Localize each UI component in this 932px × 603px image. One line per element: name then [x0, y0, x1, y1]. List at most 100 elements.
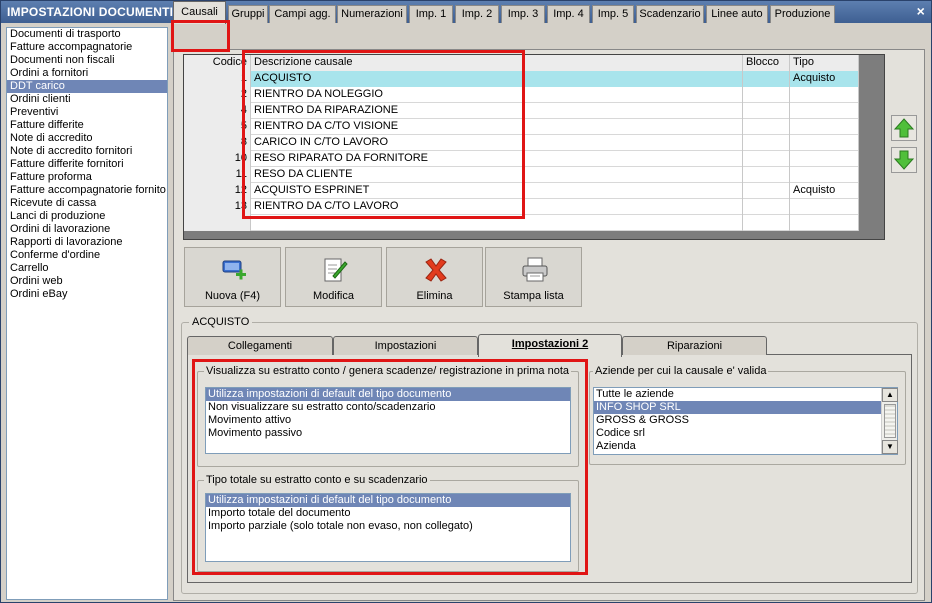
edit-button[interactable]: Modifica — [285, 247, 382, 307]
list-item[interactable]: Preventivi — [7, 106, 167, 119]
cell-description[interactable]: RESO RIPARATO DA FORNITORE — [251, 151, 743, 167]
cell-description[interactable]: ACQUISTO — [251, 71, 743, 87]
cell-description[interactable]: CARICO IN C/TO LAVORO — [251, 135, 743, 151]
cell-block[interactable] — [743, 167, 790, 183]
new-button[interactable]: Nuova (F4) — [184, 247, 281, 307]
cell-block[interactable] — [743, 199, 790, 215]
cell-block[interactable] — [743, 71, 790, 87]
scroll-up-icon[interactable]: ▲ — [882, 388, 898, 402]
move-up-button[interactable] — [891, 115, 917, 141]
close-icon[interactable]: × — [917, 3, 925, 19]
list-item[interactable]: GROSS & GROSS — [594, 414, 897, 427]
scroll-thumb[interactable] — [884, 404, 896, 438]
cell-type[interactable] — [790, 199, 859, 215]
list-item[interactable]: Non visualizzare su estratto conto/scade… — [206, 401, 570, 414]
column-header-description[interactable]: Descrizione causale — [251, 55, 743, 71]
cell-type[interactable] — [790, 167, 859, 183]
cell-description[interactable]: ACQUISTO ESPRINET — [251, 183, 743, 199]
list-item[interactable]: Azienda — [594, 440, 897, 453]
column-header-code[interactable]: Codice — [184, 55, 251, 71]
list-item[interactable]: Ordini di lavorazione — [7, 223, 167, 236]
list-item[interactable]: Documenti di trasporto — [7, 28, 167, 41]
cell-description[interactable]: RIENTRO DA NOLEGGIO — [251, 87, 743, 103]
subtab-collegamenti[interactable]: Collegamenti — [187, 336, 333, 355]
list-item[interactable]: Documenti non fiscali — [7, 54, 167, 67]
list-item[interactable]: Codice srl — [594, 427, 897, 440]
column-header-type[interactable]: Tipo — [790, 55, 859, 71]
cell-block[interactable] — [743, 119, 790, 135]
subtab-riparazioni[interactable]: Riparazioni — [622, 336, 767, 355]
table-row[interactable]: 2 RIENTRO DA NOLEGGIO — [184, 87, 859, 103]
tab-numerazioni[interactable]: Numerazioni — [337, 5, 407, 23]
list-item-selected[interactable]: DDT carico — [7, 80, 167, 93]
aziende-scrollbar[interactable]: ▲ ▼ — [881, 388, 898, 454]
list-item[interactable]: Importo parziale (solo totale non evaso,… — [206, 520, 570, 533]
tipo-totale-listbox[interactable]: Utilizza impostazioni di default del tip… — [205, 493, 571, 562]
list-item[interactable]: Ordini eBay — [7, 288, 167, 301]
tab-imp-4[interactable]: Imp. 4 — [547, 5, 590, 23]
causali-grid[interactable]: Codice Descrizione causale Blocco Tipo 1… — [183, 54, 885, 240]
tab-causali[interactable]: Causali — [173, 1, 226, 24]
delete-button[interactable]: Elimina — [386, 247, 483, 307]
table-row[interactable]: 4 RIENTRO DA RIPARAZIONE — [184, 103, 859, 119]
visualizza-listbox[interactable]: Utilizza impostazioni di default del tip… — [205, 387, 571, 454]
list-item[interactable]: Conferme d'ordine — [7, 249, 167, 262]
list-item[interactable]: Movimento passivo — [206, 427, 570, 440]
table-row-selected[interactable]: 1 ACQUISTO Acquisto — [184, 71, 859, 87]
cell-description[interactable] — [251, 215, 743, 231]
list-item[interactable]: Ordini web — [7, 275, 167, 288]
list-item[interactable]: Lanci di produzione — [7, 210, 167, 223]
list-item[interactable]: Tutte le aziende — [594, 388, 897, 401]
tab-produzione[interactable]: Produzione — [770, 5, 835, 23]
table-row[interactable]: 10 RESO RIPARATO DA FORNITORE — [184, 151, 859, 167]
table-row-empty[interactable] — [184, 215, 859, 231]
list-item[interactable]: Fatture accompagnatorie — [7, 41, 167, 54]
cell-description[interactable]: RIENTRO DA RIPARAZIONE — [251, 103, 743, 119]
cell-block[interactable] — [743, 183, 790, 199]
list-item-selected[interactable]: Utilizza impostazioni di default del tip… — [206, 494, 570, 507]
table-row[interactable]: 13 RIENTRO DA C/TO LAVORO — [184, 199, 859, 215]
cell-type[interactable] — [790, 135, 859, 151]
cell-description[interactable]: RESO DA CLIENTE — [251, 167, 743, 183]
cell-type[interactable]: Acquisto — [790, 183, 859, 199]
list-item[interactable]: Fatture differite — [7, 119, 167, 132]
tab-imp-1[interactable]: Imp. 1 — [409, 5, 453, 23]
tab-imp-5[interactable]: Imp. 5 — [592, 5, 634, 23]
tab-linee-auto[interactable]: Linee auto — [706, 5, 768, 23]
cell-type[interactable] — [790, 151, 859, 167]
cell-block[interactable] — [743, 103, 790, 119]
list-item[interactable]: Ricevute di cassa — [7, 197, 167, 210]
cell-type[interactable] — [790, 87, 859, 103]
aziende-listbox[interactable]: Tutte le aziende INFO SHOP SRL GROSS & G… — [593, 387, 898, 455]
tab-scadenzario[interactable]: Scadenzario — [636, 5, 704, 23]
cell-description[interactable]: RIENTRO DA C/TO VISIONE — [251, 119, 743, 135]
cell-type[interactable] — [790, 119, 859, 135]
subtab-impostazioni[interactable]: Impostazioni — [333, 336, 478, 355]
list-item[interactable]: Note di accredito fornitori — [7, 145, 167, 158]
cell-description[interactable]: RIENTRO DA C/TO LAVORO — [251, 199, 743, 215]
tab-imp-2[interactable]: Imp. 2 — [455, 5, 499, 23]
column-header-block[interactable]: Blocco — [743, 55, 790, 71]
tab-campi-agg[interactable]: Campi agg. — [269, 5, 336, 23]
list-item[interactable]: Ordini clienti — [7, 93, 167, 106]
cell-block[interactable] — [743, 135, 790, 151]
tab-gruppi[interactable]: Gruppi — [228, 5, 268, 23]
cell-type[interactable] — [790, 215, 859, 231]
tab-imp-3[interactable]: Imp. 3 — [501, 5, 545, 23]
cell-type[interactable]: Acquisto — [790, 71, 859, 87]
table-row[interactable]: 8 CARICO IN C/TO LAVORO — [184, 135, 859, 151]
document-type-list[interactable]: Documenti di trasporto Fatture accompagn… — [6, 27, 168, 600]
list-item[interactable]: Rapporti di lavorazione — [7, 236, 167, 249]
table-row[interactable]: 11 RESO DA CLIENTE — [184, 167, 859, 183]
cell-block[interactable] — [743, 87, 790, 103]
list-item-selected[interactable]: INFO SHOP SRL — [594, 401, 897, 414]
table-row[interactable]: 5 RIENTRO DA C/TO VISIONE — [184, 119, 859, 135]
list-item[interactable]: Movimento attivo — [206, 414, 570, 427]
list-item[interactable]: Ordini a fornitori — [7, 67, 167, 80]
subtab-impostazioni-2[interactable]: Impostazioni 2 — [478, 334, 622, 357]
print-list-button[interactable]: Stampa lista — [485, 247, 582, 307]
table-row[interactable]: 12 ACQUISTO ESPRINET Acquisto — [184, 183, 859, 199]
list-item[interactable]: Fatture accompagnatorie fornito — [7, 184, 167, 197]
list-item[interactable]: Note di accredito — [7, 132, 167, 145]
scroll-down-icon[interactable]: ▼ — [882, 440, 898, 454]
